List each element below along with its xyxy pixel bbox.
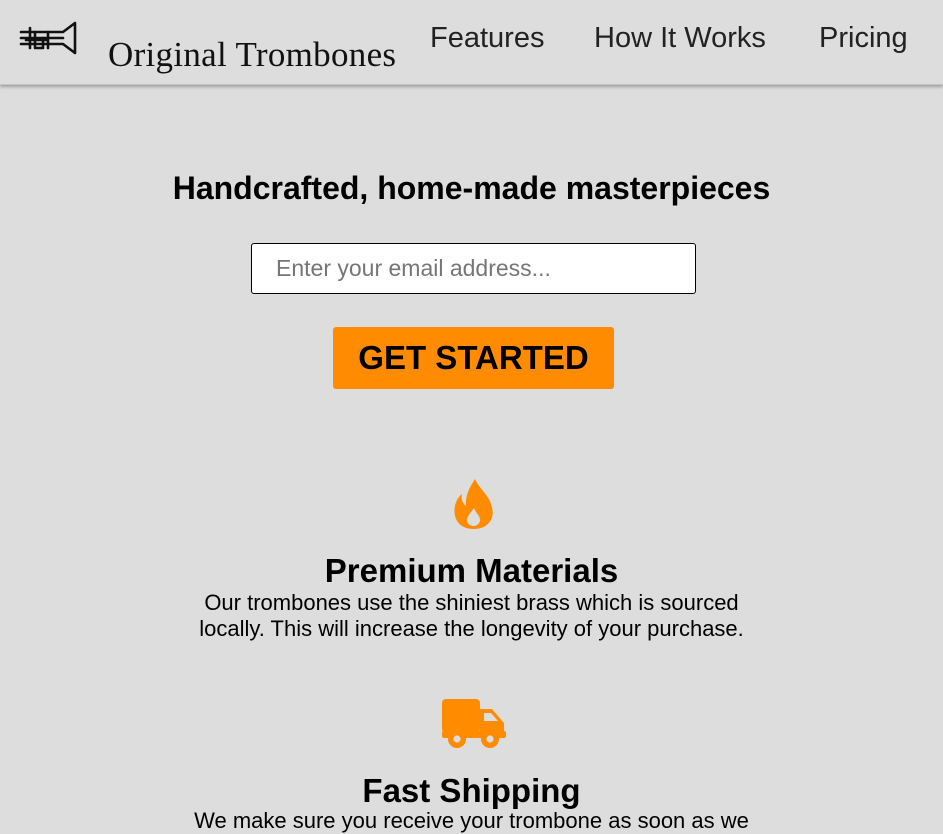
site-header: Original Trombones Features How It Works… (0, 0, 943, 85)
get-started-button[interactable]: GET STARTED (333, 327, 614, 389)
feature-description: Our trombones use the shiniest brass whi… (199, 590, 744, 641)
fire-icon (454, 479, 493, 529)
hero-title: Handcrafted, home-made masterpieces (172, 170, 771, 206)
trombone-icon (19, 21, 77, 55)
nav-features[interactable]: Features (430, 22, 544, 55)
nav-pricing[interactable]: Pricing (819, 22, 908, 55)
feature-title: Premium Materials (324, 552, 619, 589)
brand-name: Original Trombones (108, 35, 397, 74)
logo[interactable]: Original Trombones (19, 20, 396, 74)
feature-description: We make sure you receive your trombone a… (194, 808, 749, 833)
feature-title: Fast Shipping (362, 772, 581, 809)
email-input[interactable] (251, 243, 696, 294)
nav-how-it-works[interactable]: How It Works (594, 22, 766, 55)
truck-icon (442, 699, 506, 748)
